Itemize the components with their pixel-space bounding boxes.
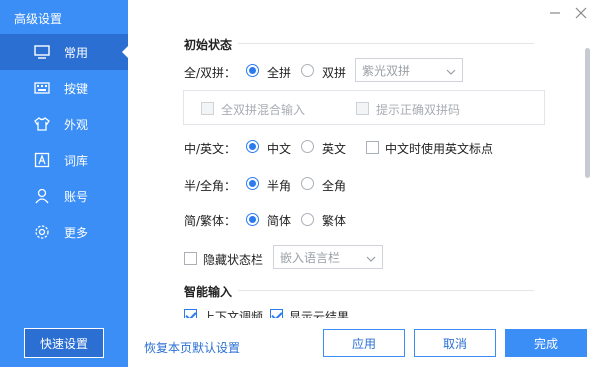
english-punct-label: 中文时使用英文标点: [385, 142, 494, 156]
half-width-label: 半角: [267, 179, 292, 193]
mixed-input-label: 全双拼混合输入: [221, 103, 306, 117]
tshirt-icon: [34, 116, 50, 132]
sidebar-item-label: 更多: [64, 225, 89, 240]
half-width-radio[interactable]: [246, 177, 259, 190]
select-value: 嵌入语言栏: [280, 250, 341, 265]
sidebar-item-more[interactable]: 更多: [0, 214, 128, 250]
mixed-input-checkbox[interactable]: [201, 102, 214, 115]
sidebar-item-dictionary[interactable]: 词库: [0, 142, 128, 178]
english-label: 英文: [322, 142, 347, 156]
apply-button[interactable]: 应用: [323, 329, 405, 357]
hint-correct-checkbox[interactable]: [356, 102, 369, 115]
english-radio[interactable]: [301, 140, 314, 153]
restore-defaults-link[interactable]: 恢复本页默认设置: [144, 339, 240, 356]
close-icon[interactable]: [574, 6, 588, 20]
language-label: 中/英文：: [184, 142, 237, 156]
double-pinyin-label: 双拼: [322, 66, 347, 80]
full-width-label: 全角: [322, 179, 347, 193]
sidebar-item-keys[interactable]: 按键: [0, 70, 128, 106]
full-width-radio[interactable]: [301, 177, 314, 190]
english-punct-checkbox[interactable]: [366, 141, 379, 154]
full-pinyin-label: 全拼: [267, 66, 292, 80]
section-divider: [238, 290, 534, 291]
user-icon: [34, 188, 50, 204]
sidebar-item-label: 常用: [64, 45, 89, 60]
traditional-radio[interactable]: [301, 213, 314, 226]
double-pinyin-scheme-select[interactable]: 紫光双拼: [355, 58, 463, 82]
sidebar-item-common[interactable]: 常用: [0, 34, 128, 70]
embed-language-bar-select[interactable]: 嵌入语言栏: [273, 245, 383, 269]
window-title: 高级设置: [14, 12, 63, 26]
minimize-icon[interactable]: [548, 6, 562, 20]
width-label: 半/全角：: [184, 179, 237, 193]
script-label: 简/繁体：: [184, 214, 237, 228]
traditional-label: 繁体: [322, 214, 347, 228]
sidebar: 高级设置 常用 按键 外观 词库 账号 更多 快速设置: [0, 0, 128, 367]
sidebar-item-label: 外观: [64, 117, 89, 132]
section-title-smart-input: 智能输入: [184, 285, 233, 299]
hide-statusbar-checkbox[interactable]: [184, 252, 197, 265]
chevron-down-icon: [446, 66, 456, 76]
dictionary-icon: [34, 152, 50, 168]
chinese-radio[interactable]: [246, 140, 259, 153]
select-value: 紫光双拼: [362, 63, 411, 78]
sidebar-item-label: 账号: [64, 189, 89, 204]
sidebar-item-label: 按键: [64, 81, 89, 96]
hint-correct-label: 提示正确双拼码: [376, 103, 461, 117]
quick-setup-button[interactable]: 快速设置: [24, 328, 104, 358]
sidebar-item-account[interactable]: 账号: [0, 178, 128, 214]
section-title-initial-state: 初始状态: [184, 38, 233, 52]
simplified-label: 简体: [267, 214, 292, 228]
keyboard-icon: [34, 80, 50, 96]
full-pinyin-radio[interactable]: [246, 64, 259, 77]
sidebar-item-appearance[interactable]: 外观: [0, 106, 128, 142]
double-pinyin-radio[interactable]: [301, 64, 314, 77]
finish-button[interactable]: 完成: [505, 329, 587, 357]
cancel-button[interactable]: 取消: [414, 329, 496, 357]
hide-statusbar-label: 隐藏状态栏: [203, 253, 264, 267]
simplified-radio[interactable]: [246, 213, 259, 226]
chevron-down-icon: [366, 253, 376, 263]
section-divider: [238, 43, 534, 44]
gear-icon: [34, 224, 50, 240]
monitor-icon: [34, 44, 50, 60]
sidebar-item-label: 词库: [64, 153, 89, 168]
pinyin-label: 全/双拼：: [184, 66, 237, 80]
chinese-label: 中文: [267, 142, 292, 156]
scrollbar-thumb[interactable]: [585, 48, 590, 178]
